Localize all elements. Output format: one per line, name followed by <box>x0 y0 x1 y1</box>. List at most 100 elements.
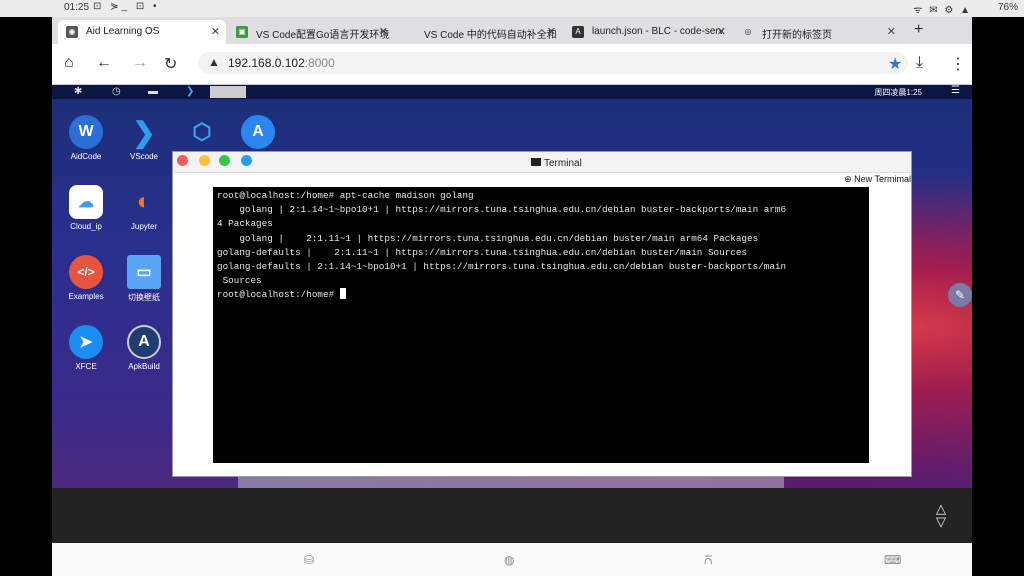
address-bar[interactable]: ▲ 192.168.0.102:8000 <box>198 52 908 74</box>
new-terminal-button[interactable]: ⊕ New Termimal <box>844 174 911 185</box>
compass-icon[interactable]: ◷ <box>112 86 121 97</box>
terminal-cursor <box>339 288 346 300</box>
status-time: 01:25 <box>64 2 90 13</box>
terminal-window: Terminal ⊕ New Termimal root@localhost:/… <box>172 151 912 477</box>
terminal-launcher-icon[interactable]: ▬ <box>148 86 158 97</box>
desktop-icon-jupyter[interactable]: ◐ Jupyter <box>114 185 174 231</box>
desktop-icon-vscode[interactable]: ❯ VScode <box>114 115 174 162</box>
desktop-icon-blocks[interactable]: ⬡ <box>172 115 232 152</box>
tab-label: 打开新的标签页 <box>762 30 832 41</box>
close-window-button[interactable] <box>177 155 188 166</box>
battery-level: 76% <box>997 2 1018 13</box>
icon-label: AidCode <box>70 152 102 161</box>
desktop-clock: 周四凌晨1:25 <box>874 88 922 97</box>
image-icon: ▣ <box>236 26 248 38</box>
prompt-text: root@localhost:/home# <box>217 289 340 301</box>
nav-key-icon[interactable]: ◍ <box>504 553 514 567</box>
apkbuild-icon: A <box>127 325 161 359</box>
appstore-icon: A <box>241 115 275 149</box>
vscode-launcher-icon[interactable]: ❯ <box>186 86 194 97</box>
window-title: Terminal <box>531 158 582 169</box>
tab-label: VS Code 中的代码自动补全和 <box>424 30 557 41</box>
new-tab-button[interactable]: + <box>914 21 923 39</box>
more-menu-icon[interactable]: ⋮ <box>950 54 966 74</box>
nav-key-icon[interactable]: ⩃ <box>704 553 712 568</box>
aidcode-icon: W <box>69 115 103 149</box>
desktop-icon-appstore[interactable]: A <box>228 115 288 152</box>
bottom-panel: △ ▽ <box>52 488 972 543</box>
keyboard-icon[interactable]: ⌨ <box>884 553 901 567</box>
menu-icon[interactable]: ☰ <box>951 85 960 96</box>
tab-launch-json[interactable]: A launch.json - BLC - code-serv ✕ <box>564 20 732 44</box>
jupyter-icon: ◐ <box>136 188 152 215</box>
vscode-icon: ❯ <box>132 116 156 148</box>
terminal-line: golang-defaults | 2:1.14~1~bpo10+1 | htt… <box>217 261 787 273</box>
tab-label: Aid Learning OS <box>86 26 160 37</box>
icon-label: ApkBuild <box>128 362 160 371</box>
close-tab-icon[interactable]: ✕ <box>887 25 896 38</box>
terminal-line: Sources <box>217 275 262 287</box>
tab-strip: ◉ Aid Learning OS ✕ ▣ VS Code配置Go语言开发环境 … <box>52 17 972 44</box>
desktop-icon-wallpaper[interactable]: ▭ 切换壁纸 <box>114 255 174 303</box>
scroll-arrows-icon[interactable]: △ ▽ <box>936 502 946 528</box>
close-tab-icon[interactable]: ✕ <box>547 25 556 38</box>
icon-label: 切换壁纸 <box>128 293 160 302</box>
code-icon: A <box>572 26 584 38</box>
cloud-icon: ☁ <box>69 185 103 219</box>
terminal-task-icon[interactable] <box>210 86 246 98</box>
terminal-icon <box>531 158 541 166</box>
desktop-icon-examples[interactable]: </> Examples <box>56 255 116 301</box>
tab-label: launch.json - BLC - code-serv <box>592 26 724 37</box>
notification-icons: ⊡ ⋟_ ⊡ • <box>93 1 160 12</box>
close-tab-icon[interactable]: ✕ <box>211 25 220 38</box>
tab-new-tab[interactable]: ◎ 打开新的标签页 ✕ <box>734 20 902 44</box>
terminal-line: golang | 2:1.14~1~bpo10+1 | https://mirr… <box>217 204 787 216</box>
code-brackets-icon: </> <box>69 255 103 289</box>
bookmark-star-icon[interactable]: ★ <box>888 54 902 74</box>
tab-vscode-go[interactable]: ▣ VS Code配置Go语言开发环境 ✕ <box>228 20 394 44</box>
reload-icon[interactable]: ↻ <box>164 54 177 74</box>
forward-icon[interactable]: → <box>132 54 148 72</box>
xfce-icon: ➤ <box>69 325 103 359</box>
url-text: 192.168.0.102:8000 <box>228 56 335 70</box>
terminal-output[interactable]: root@localhost:/home# apt-cache madison … <box>213 187 869 463</box>
desktop-top-bar: ✱ ◷ ▬ ❯ 周四凌晨1:25 ☰ <box>52 85 972 99</box>
terminal-line: 4 Packages <box>217 218 273 230</box>
icon-label: Examples <box>68 292 104 301</box>
icon-label: VScode <box>129 152 159 161</box>
desktop-icon-apkbuild[interactable]: A ApkBuild <box>114 325 174 371</box>
download-icon[interactable]: ⤓ <box>916 54 923 72</box>
tab-vscode-complete[interactable]: VS Code 中的代码自动补全和 ✕ <box>396 20 562 44</box>
window-titlebar[interactable]: Terminal <box>173 152 911 173</box>
terminal-prompt-line: root@localhost:/home# <box>217 288 865 302</box>
close-tab-icon[interactable]: ✕ <box>379 25 388 38</box>
tab-aid-learning[interactable]: ◉ Aid Learning OS ✕ <box>58 20 226 44</box>
android-icon[interactable]: ✱ <box>74 86 82 97</box>
minimize-window-button[interactable] <box>199 155 210 166</box>
browser-toolbar: ⌂ ← → ↻ ▲ 192.168.0.102:8000 ★ ⤓ ⋮ <box>52 44 972 85</box>
nav-key-icon[interactable]: ⛁ <box>304 553 314 567</box>
system-icons: ᯤ ✉ ⚙ ▲ <box>913 5 972 16</box>
home-icon[interactable]: ⌂ <box>64 54 74 72</box>
pen-icon[interactable]: ✎ <box>948 283 972 307</box>
chrome-icon: ◎ <box>744 27 752 36</box>
wallpaper-icon: ▭ <box>127 255 161 289</box>
warning-icon[interactable]: ▲ <box>208 55 220 69</box>
desktop-icon-cloud-ip[interactable]: ☁ Cloud_ip <box>56 185 116 231</box>
terminal-line: root@localhost:/home# apt-cache madison … <box>217 190 474 201</box>
desktop-icon-xfce[interactable]: ➤ XFCE <box>56 325 116 371</box>
terminal-line: golang | 2:1.11~1 | https://mirrors.tuna… <box>217 232 759 244</box>
desktop-icon-aidcode[interactable]: W AidCode <box>56 115 116 161</box>
cubes-icon: ⬡ <box>192 119 212 144</box>
maximize-window-button[interactable] <box>219 155 230 166</box>
extra-window-button[interactable] <box>241 155 252 166</box>
tab-label: VS Code配置Go语言开发环境 <box>256 30 390 41</box>
icon-label: XFCE <box>75 362 97 371</box>
icon-label: Jupyter <box>130 222 158 231</box>
back-icon[interactable]: ← <box>96 54 112 72</box>
status-bar: 01:25 ⊡ ⋟_ ⊡ • ᯤ ✉ ⚙ ▲ 76% <box>0 0 1024 17</box>
terminal-line: golang-defaults | 2:1.11~1 | https://mir… <box>217 246 748 258</box>
close-tab-icon[interactable]: ✕ <box>717 25 726 38</box>
android-nav-bar: ⛁ ◍ ⩃ ⌨ <box>52 543 972 576</box>
globe-icon: ◉ <box>66 26 78 38</box>
